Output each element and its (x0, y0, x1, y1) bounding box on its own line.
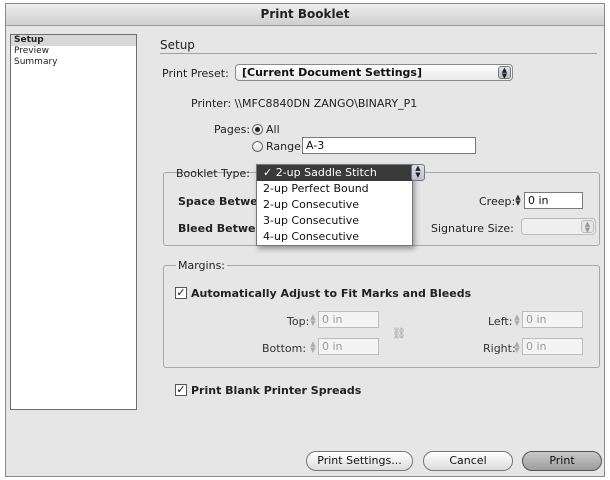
section-title: Setup (160, 38, 195, 52)
margin-right-input[interactable]: 0 in (522, 338, 583, 355)
section-divider (160, 53, 597, 54)
margin-left-label: Left: (488, 315, 513, 328)
sidebar-list: Setup Preview Summary (10, 34, 137, 410)
sidebar-item-setup[interactable]: Setup (11, 35, 136, 46)
signature-size-select[interactable]: ▲ ▼ (521, 218, 596, 235)
cancel-button[interactable]: Cancel (423, 451, 513, 471)
pages-range-radio[interactable] (252, 141, 263, 152)
popup-arrows-icon: ▲ ▼ (498, 66, 511, 80)
margin-top-label: Top: (287, 315, 310, 328)
margin-left-stepper-icon[interactable]: ▲ ▼ (513, 314, 521, 328)
margin-bottom-label: Bottom: (262, 342, 307, 355)
print-button[interactable]: Print (522, 451, 602, 471)
print-preset-value: [Current Document Settings] (242, 66, 422, 79)
link-margins-icon[interactable]: ⛓ (392, 327, 406, 340)
pages-all-radio[interactable] (252, 124, 263, 135)
pages-range-label: Range: (266, 140, 305, 153)
booklet-type-option[interactable]: 2-up Consecutive (257, 197, 412, 213)
signature-size-label: Signature Size: (431, 222, 514, 235)
print-preset-select[interactable]: [Current Document Settings] ▲ ▼ (235, 64, 513, 81)
print-settings-button[interactable]: Print Settings... (306, 451, 413, 471)
booklet-type-option[interactable]: 4-up Consecutive (257, 229, 412, 245)
printer-info: Printer: \\MFC8840DN ZANGO\BINARY_P1 (191, 97, 418, 110)
margin-right-label: Right: (483, 342, 516, 355)
margin-right-stepper-icon[interactable]: ▲ ▼ (513, 341, 521, 355)
pages-range-input[interactable]: A-3 (302, 137, 476, 154)
print-preset-label: Print Preset: (162, 67, 229, 80)
window-title: Print Booklet (6, 4, 604, 26)
margin-bottom-input[interactable]: 0 in (318, 338, 379, 355)
auto-adjust-checkbox[interactable]: ✓ (175, 287, 187, 299)
booklet-type-option[interactable]: 3-up Consecutive (257, 213, 412, 229)
popup-arrows-icon[interactable]: ▲ ▼ (411, 164, 425, 181)
booklet-type-option[interactable]: 2-up Perfect Bound (257, 181, 412, 197)
booklet-type-menu: ✓ 2-up Saddle Stitch 2-up Perfect Bound … (256, 164, 413, 246)
creep-stepper-icon[interactable]: ▲ ▼ (514, 194, 522, 208)
booklet-type-option[interactable]: ✓ 2-up Saddle Stitch (257, 165, 412, 181)
pages-label: Pages: (214, 123, 251, 136)
sidebar-item-preview[interactable]: Preview (11, 46, 136, 57)
popup-arrows-icon: ▲ ▼ (581, 220, 594, 234)
margin-left-input[interactable]: 0 in (522, 311, 583, 328)
margin-top-stepper-icon[interactable]: ▲ ▼ (309, 314, 317, 328)
margin-bottom-stepper-icon[interactable]: ▲ ▼ (309, 341, 317, 355)
margin-top-input[interactable]: 0 in (318, 311, 379, 328)
print-blank-spreads-checkbox[interactable]: ✓ (175, 384, 187, 396)
sidebar-item-summary[interactable]: Summary (11, 57, 136, 68)
creep-label: Creep: (479, 195, 516, 208)
print-blank-spreads-label: Print Blank Printer Spreads (191, 384, 362, 397)
creep-input[interactable]: 0 in (524, 192, 583, 209)
booklet-type-label: Booklet Type: (176, 167, 250, 180)
pages-all-label: All (266, 123, 280, 136)
margins-group-label: Margins: (176, 259, 228, 272)
auto-adjust-label: Automatically Adjust to Fit Marks and Bl… (191, 287, 472, 300)
